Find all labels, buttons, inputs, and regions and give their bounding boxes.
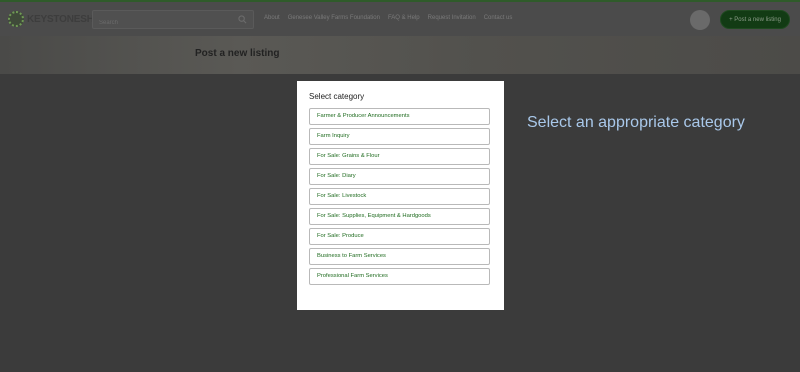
nav-link-about[interactable]: About [264, 15, 280, 21]
category-option[interactable]: Professional Farm Services [309, 268, 490, 285]
category-option[interactable]: For Sale: Grains & Flour [309, 148, 490, 165]
category-option[interactable]: For Sale: Livestock [309, 188, 490, 205]
search-icon[interactable] [238, 15, 247, 24]
search-box [92, 10, 254, 32]
category-list: Farmer & Producer Announcements Farm Inq… [309, 108, 490, 288]
page-header-band: Post a new listing [0, 36, 800, 74]
main-nav: About Genesee Valley Farms Foundation FA… [264, 15, 512, 21]
logo-icon [8, 11, 24, 27]
nav-link-foundation[interactable]: Genesee Valley Farms Foundation [288, 15, 380, 21]
avatar[interactable] [690, 10, 710, 30]
nav-link-contact[interactable]: Contact us [484, 15, 513, 21]
instruction-hint: Select an appropriate category [527, 114, 745, 131]
category-option[interactable]: For Sale: Diary [309, 168, 490, 185]
modal-title: Select category [309, 92, 365, 101]
nav-link-request-invitation[interactable]: Request Invitation [428, 15, 476, 21]
nav-link-faq[interactable]: FAQ & Help [388, 15, 420, 21]
category-option[interactable]: Farmer & Producer Announcements [309, 108, 490, 125]
category-option[interactable]: For Sale: Produce [309, 228, 490, 245]
top-navbar: KEYSTONESHARE About Genesee Valley Farms… [0, 0, 800, 36]
page-title: Post a new listing [195, 48, 280, 59]
category-modal: Select category Farmer & Producer Announ… [297, 81, 504, 310]
category-option[interactable]: Business to Farm Services [309, 248, 490, 265]
category-option[interactable]: Farm Inquiry [309, 128, 490, 145]
post-listing-button[interactable]: + Post a new listing [720, 10, 790, 29]
category-option[interactable]: For Sale: Supplies, Equipment & Hardgood… [309, 208, 490, 225]
search-input[interactable] [93, 14, 253, 32]
